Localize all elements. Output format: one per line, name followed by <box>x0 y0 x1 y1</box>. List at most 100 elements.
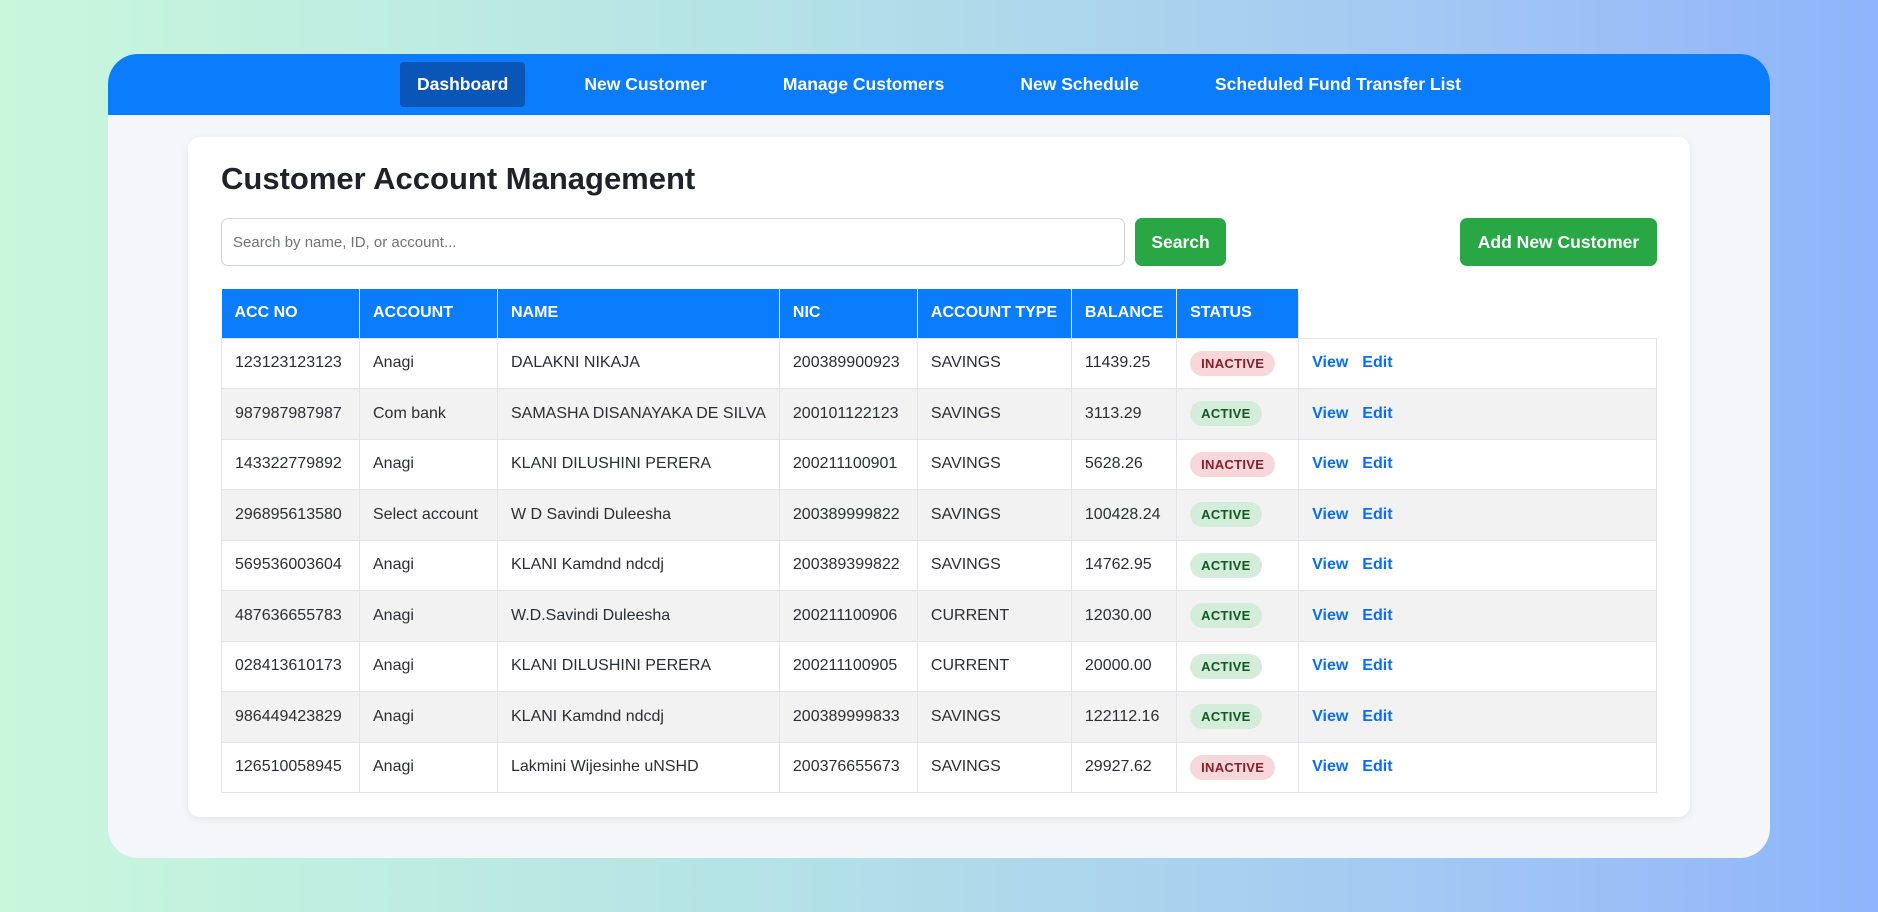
search-button[interactable]: Search <box>1135 218 1226 266</box>
cell-account-type: CURRENT <box>916 590 1072 642</box>
table-row: 028413610173 Anagi KLANI DILUSHINI PERERA 2… <box>221 640 1657 692</box>
status-badge: INACTIVE <box>1190 754 1276 780</box>
cell-name: W D Savindi Duleesha <box>497 489 780 541</box>
cell-balance: 11439.25 <box>1070 337 1178 389</box>
status-badge: ACTIVE <box>1190 704 1262 730</box>
view-link[interactable]: View <box>1312 506 1348 523</box>
status-badge: ACTIVE <box>1190 552 1262 578</box>
view-link[interactable]: View <box>1312 657 1348 674</box>
search-input[interactable] <box>221 218 1125 266</box>
nav-new-customer[interactable]: New Customer <box>567 62 724 107</box>
cell-actions: View Edit <box>1298 691 1657 743</box>
edit-link[interactable]: Edit <box>1362 455 1392 472</box>
cell-account: Anagi <box>359 539 498 591</box>
header-account: ACCOUNT <box>359 289 498 338</box>
cell-name: W.D.Savindi Duleesha <box>497 590 780 642</box>
cell-name: KLANI Kamdnd ndcdj <box>497 691 780 743</box>
nav-dashboard[interactable]: Dashboard <box>399 62 526 107</box>
header-actions-blank <box>1299 289 1657 338</box>
view-link[interactable]: View <box>1312 758 1348 775</box>
nav-manage-customers[interactable]: Manage Customers <box>766 62 961 107</box>
cell-balance: 3113.29 <box>1070 388 1178 440</box>
cell-nic: 200389999822 <box>778 489 918 541</box>
cell-status: ACTIVE <box>1176 539 1300 591</box>
cell-account-type: CURRENT <box>916 640 1072 692</box>
header-nic: NIC <box>779 289 918 338</box>
cell-nic: 200389999833 <box>778 691 918 743</box>
cell-balance: 5628.26 <box>1070 438 1178 490</box>
status-badge: INACTIVE <box>1190 451 1276 477</box>
page-title: Customer Account Management <box>221 161 696 196</box>
nav-new-schedule[interactable]: New Schedule <box>1003 62 1156 107</box>
view-link[interactable]: View <box>1312 405 1348 422</box>
cell-acc-no: 296895613580 <box>221 489 360 541</box>
cell-acc-no: 028413610173 <box>221 640 360 692</box>
status-badge: ACTIVE <box>1190 401 1262 427</box>
cell-name: KLANI DILUSHINI PERERA <box>497 438 780 490</box>
header-acc-no: ACC NO <box>221 289 360 338</box>
cell-status: ACTIVE <box>1176 640 1300 692</box>
cell-account-type: SAVINGS <box>916 388 1072 440</box>
view-link[interactable]: View <box>1312 354 1348 371</box>
view-link[interactable]: View <box>1312 607 1348 624</box>
edit-link[interactable]: Edit <box>1362 758 1392 775</box>
cell-nic: 200211100905 <box>778 640 918 692</box>
cell-balance: 29927.62 <box>1070 741 1178 793</box>
cell-account-type: SAVINGS <box>916 337 1072 389</box>
edit-link[interactable]: Edit <box>1362 506 1392 523</box>
view-link[interactable]: View <box>1312 455 1348 472</box>
edit-link[interactable]: Edit <box>1362 657 1392 674</box>
cell-nic: 200389399822 <box>778 539 918 591</box>
view-link[interactable]: View <box>1312 708 1348 725</box>
view-link[interactable]: View <box>1312 556 1348 573</box>
edit-link[interactable]: Edit <box>1362 556 1392 573</box>
cell-nic: 200389900923 <box>778 337 918 389</box>
edit-link[interactable]: Edit <box>1362 607 1392 624</box>
cell-balance: 122112.16 <box>1070 691 1178 743</box>
cell-account: Anagi <box>359 438 498 490</box>
table-header-row: ACC NO ACCOUNT NAME NIC ACCOUNT TYPE BAL… <box>221 289 1657 338</box>
table-row: 123123123123 Anagi DALAKNI NIKAJA 200389900… <box>221 337 1657 389</box>
cell-name: DALAKNI NIKAJA <box>497 337 780 389</box>
cell-status: ACTIVE <box>1176 691 1300 743</box>
cell-acc-no: 487636655783 <box>221 590 360 642</box>
cell-account: Anagi <box>359 337 498 389</box>
edit-link[interactable]: Edit <box>1362 405 1392 422</box>
header-balance: BALANCE <box>1071 289 1178 338</box>
table-row: 296895613580 Select account W D Savindi Du… <box>221 489 1657 541</box>
table-body: 123123123123 Anagi DALAKNI NIKAJA 200389900… <box>221 337 1657 793</box>
cell-balance: 100428.24 <box>1070 489 1178 541</box>
cell-name: SAMASHA DISANAYAKA DE SILVA <box>497 388 780 440</box>
cell-status: INACTIVE <box>1176 741 1300 793</box>
nav-scheduled-fund-transfer-list[interactable]: Scheduled Fund Transfer List <box>1198 62 1478 107</box>
cell-status: INACTIVE <box>1176 337 1300 389</box>
cell-account: Anagi <box>359 691 498 743</box>
add-new-customer-button[interactable]: Add New Customer <box>1460 218 1657 266</box>
header-status: STATUS <box>1176 289 1300 338</box>
status-badge: ACTIVE <box>1190 502 1262 528</box>
cell-account-type: SAVINGS <box>916 691 1072 743</box>
cell-acc-no: 126510058945 <box>221 741 360 793</box>
status-badge: ACTIVE <box>1190 653 1262 679</box>
cell-actions: View Edit <box>1298 438 1657 490</box>
cell-acc-no: 143322779892 <box>221 438 360 490</box>
cell-account-type: SAVINGS <box>916 741 1072 793</box>
header-name: NAME <box>497 289 780 338</box>
edit-link[interactable]: Edit <box>1362 354 1392 371</box>
cell-status: ACTIVE <box>1176 590 1300 642</box>
cell-actions: View Edit <box>1298 640 1657 692</box>
cell-balance: 12030.00 <box>1070 590 1178 642</box>
edit-link[interactable]: Edit <box>1362 708 1392 725</box>
cell-name: KLANI Kamdnd ndcdj <box>497 539 780 591</box>
table-row: 126510058945 Anagi Lakmini Wijesinhe uNSHD… <box>221 741 1657 793</box>
cell-account: Anagi <box>359 590 498 642</box>
cell-status: INACTIVE <box>1176 438 1300 490</box>
app-window: Dashboard New Customer Manage Customers … <box>108 54 1770 858</box>
cell-actions: View Edit <box>1298 590 1657 642</box>
status-badge: INACTIVE <box>1190 350 1276 376</box>
table-row: 986449423829 Anagi KLANI Kamdnd ndcdj 20038… <box>221 691 1657 743</box>
cell-actions: View Edit <box>1298 539 1657 591</box>
cell-nic: 200211100901 <box>778 438 918 490</box>
cell-acc-no: 987987987987 <box>221 388 360 440</box>
status-badge: ACTIVE <box>1190 603 1262 629</box>
